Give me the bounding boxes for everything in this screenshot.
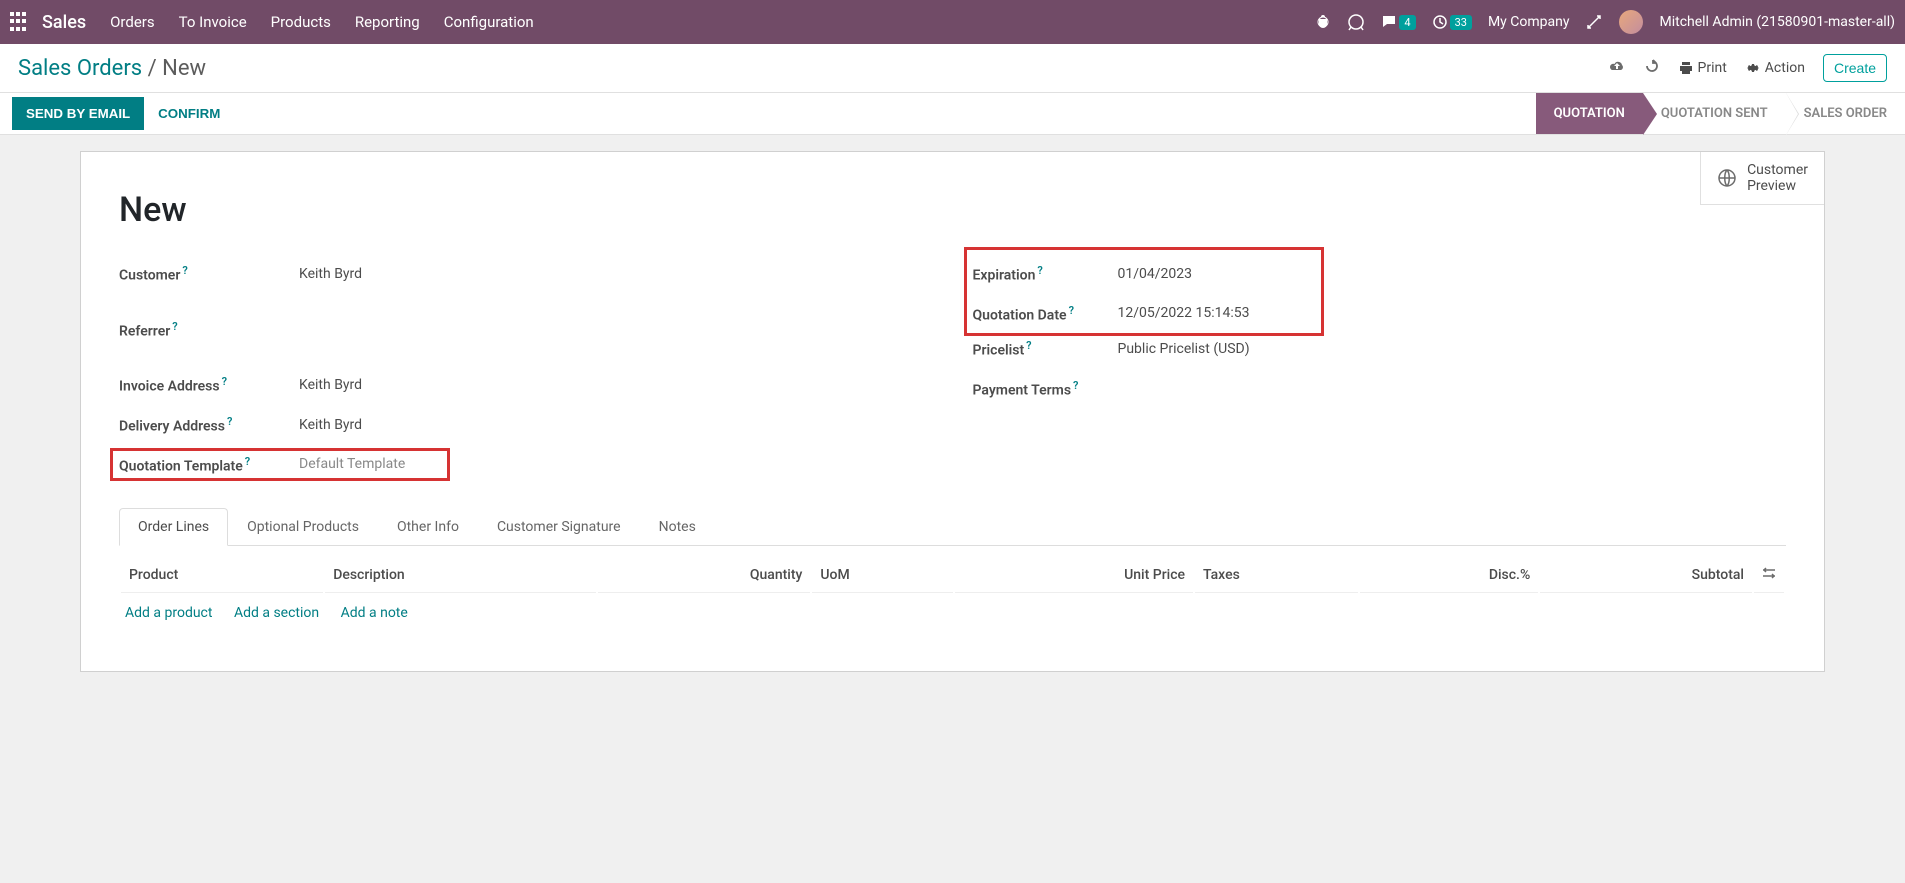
step-quotation-sent[interactable]: QUOTATION SENT	[1643, 93, 1786, 134]
help-icon[interactable]: ?	[172, 320, 177, 333]
col-uom: UoM	[812, 558, 952, 593]
help-icon[interactable]: ?	[222, 375, 227, 388]
nav-configuration[interactable]: Configuration	[444, 13, 534, 31]
add-section-link[interactable]: Add a section	[234, 605, 319, 621]
company-switcher[interactable]: My Company	[1488, 14, 1570, 30]
bug-icon[interactable]	[1315, 14, 1331, 30]
create-button[interactable]: Create	[1823, 54, 1887, 82]
tab-customer-signature[interactable]: Customer Signature	[478, 508, 640, 545]
step-quotation[interactable]: QUOTATION	[1536, 93, 1643, 134]
discuss-icon[interactable]: 4	[1381, 14, 1415, 30]
quotation-date-field[interactable]: 12/05/2022 15:14:53	[1118, 305, 1250, 321]
preview-l1: Customer	[1747, 162, 1808, 178]
activity-badge: 33	[1450, 15, 1472, 30]
step-sales-order[interactable]: SALES ORDER	[1786, 93, 1905, 134]
action-button[interactable]: Action	[1745, 60, 1805, 76]
add-product-link[interactable]: Add a product	[125, 605, 212, 621]
col-taxes: Taxes	[1195, 558, 1358, 593]
pricelist-label: Pricelist?	[973, 339, 1118, 359]
payment-terms-label: Payment Terms?	[973, 379, 1118, 399]
nav-products[interactable]: Products	[271, 13, 331, 31]
activity-icon[interactable]: 33	[1432, 14, 1472, 30]
help-icon[interactable]: ?	[1069, 304, 1074, 317]
quotation-template-label: Quotation Template?	[119, 455, 299, 475]
breadcrumb-root[interactable]: Sales Orders	[18, 56, 142, 81]
tab-optional-products[interactable]: Optional Products	[228, 508, 378, 545]
invoice-address-label: Invoice Address?	[119, 375, 299, 395]
col-disc: Disc.%	[1360, 558, 1538, 593]
col-product: Product	[121, 558, 323, 593]
preview-l2: Preview	[1747, 178, 1808, 194]
help-icon[interactable]: ?	[182, 264, 187, 277]
discard-icon[interactable]	[1644, 58, 1660, 78]
col-unit-price: Unit Price	[955, 558, 1193, 593]
support-icon[interactable]	[1347, 13, 1365, 31]
tools-icon[interactable]	[1585, 13, 1603, 31]
cloud-upload-icon[interactable]	[1608, 57, 1626, 79]
tab-notes[interactable]: Notes	[640, 508, 715, 545]
nav-to-invoice[interactable]: To Invoice	[179, 13, 247, 31]
help-icon[interactable]: ?	[1073, 379, 1078, 392]
discuss-badge: 4	[1399, 15, 1415, 30]
tab-order-lines[interactable]: Order Lines	[119, 508, 228, 546]
confirm-button[interactable]: CONFIRM	[144, 93, 234, 134]
referrer-label: Referrer?	[119, 320, 299, 340]
help-icon[interactable]: ?	[227, 415, 232, 428]
quotation-template-field[interactable]: Default Template	[299, 456, 405, 472]
nav-orders[interactable]: Orders	[110, 13, 155, 31]
invoice-address-field[interactable]: Keith Byrd	[299, 377, 362, 393]
globe-icon	[1717, 168, 1737, 188]
user-menu[interactable]: Mitchell Admin (21580901-master-all)	[1659, 14, 1895, 30]
add-note-link[interactable]: Add a note	[341, 605, 408, 621]
expiration-field[interactable]: 01/04/2023	[1118, 266, 1193, 282]
app-brand[interactable]: Sales	[42, 12, 86, 33]
main-nav: Orders To Invoice Products Reporting Con…	[110, 13, 1315, 31]
help-icon[interactable]: ?	[1037, 264, 1042, 277]
breadcrumb-sep: /	[148, 56, 163, 81]
expiration-label: Expiration?	[973, 264, 1118, 284]
col-quantity: Quantity	[598, 558, 810, 593]
apps-menu-icon[interactable]	[10, 12, 30, 32]
col-subtotal: Subtotal	[1540, 558, 1752, 593]
breadcrumb: Sales Orders / New	[18, 56, 206, 81]
breadcrumb-current: New	[162, 56, 206, 81]
print-button[interactable]: Print	[1678, 60, 1727, 76]
page-title: New	[119, 190, 1786, 230]
customer-field[interactable]: Keith Byrd	[299, 266, 362, 282]
customer-preview-button[interactable]: CustomerPreview	[1700, 152, 1824, 205]
nav-reporting[interactable]: Reporting	[355, 13, 420, 31]
send-by-email-button[interactable]: SEND BY EMAIL	[12, 97, 144, 130]
col-description: Description	[325, 558, 596, 593]
help-icon[interactable]: ?	[245, 455, 250, 468]
delivery-address-label: Delivery Address?	[119, 415, 299, 435]
help-icon[interactable]: ?	[1026, 339, 1031, 352]
pricelist-field[interactable]: Public Pricelist (USD)	[1118, 341, 1250, 357]
quotation-date-label: Quotation Date?	[973, 304, 1118, 324]
tab-other-info[interactable]: Other Info	[378, 508, 478, 545]
customer-label: Customer?	[119, 264, 299, 284]
adjust-columns-icon[interactable]	[1762, 566, 1776, 580]
delivery-address-field[interactable]: Keith Byrd	[299, 417, 362, 433]
avatar[interactable]	[1619, 10, 1643, 34]
